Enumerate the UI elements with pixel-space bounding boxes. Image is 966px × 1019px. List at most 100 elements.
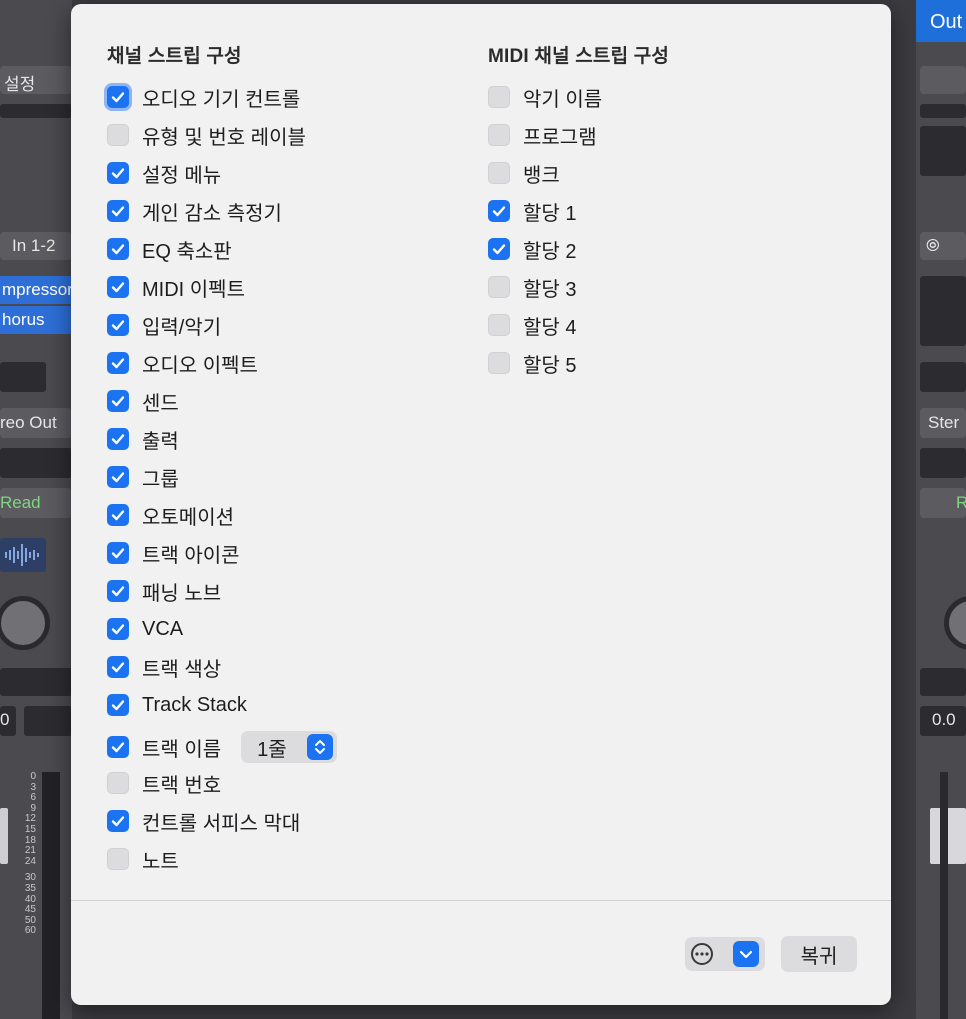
right-settings-button[interactable] [920, 66, 966, 94]
option-label: 오디오 기기 컨트롤 [142, 88, 301, 111]
left-input-slot[interactable]: In 1-2 [0, 232, 72, 260]
left-meter-scale: 0 3 6 9 12 15 18 21 24 30 35 40 45 50 60 [24, 771, 36, 937]
option-track-stack[interactable]: Track Stack [107, 692, 247, 718]
option-assign-3[interactable]: 할당 3 [488, 274, 576, 301]
checkbox[interactable] [107, 810, 129, 832]
checkbox[interactable] [488, 200, 510, 222]
option-assign-1[interactable]: 할당 1 [488, 198, 576, 225]
checkbox[interactable] [488, 238, 510, 260]
option-pan-knob[interactable]: 패닝 노브 [107, 578, 221, 605]
left-send-slot[interactable] [0, 362, 46, 392]
option-track-color[interactable]: 트랙 색상 [107, 654, 221, 681]
checkbox[interactable] [107, 694, 129, 716]
right-group-slot[interactable] [920, 448, 966, 478]
right-output-slot[interactable]: Ster [920, 408, 966, 438]
option-notes[interactable]: 노트 [107, 846, 179, 873]
checkbox[interactable] [107, 86, 129, 108]
left-output-slot[interactable]: reo Out [0, 408, 72, 438]
checkbox[interactable] [107, 314, 129, 336]
left-plugin-compressor[interactable]: mpressor [0, 276, 72, 304]
option-group[interactable]: 그룹 [107, 464, 179, 491]
checkbox[interactable] [488, 162, 510, 184]
option-settings-menu[interactable]: 설정 메뉴 [107, 160, 222, 187]
option-automation[interactable]: 오토메이션 [107, 502, 234, 529]
checkbox[interactable] [107, 124, 129, 146]
left-level-meter [42, 772, 60, 1019]
checkbox[interactable] [488, 352, 510, 374]
checkbox[interactable] [107, 772, 129, 794]
checkbox[interactable] [107, 428, 129, 450]
ellipsis-icon [691, 943, 713, 965]
option-label: 오토메이션 [142, 506, 234, 529]
left-volume-readout: 0 [0, 706, 16, 736]
left-vca-slot[interactable] [0, 668, 72, 696]
option-assign-4[interactable]: 할당 4 [488, 312, 576, 339]
checkbox[interactable] [107, 656, 129, 678]
left-plugin-chorus[interactable]: horus [0, 306, 72, 334]
right-automation-button[interactable]: R [920, 488, 966, 518]
track-name-lines-popup[interactable]: 1줄 [241, 731, 338, 763]
option-label: 설정 메뉴 [142, 164, 222, 187]
option-audio-effects[interactable]: 오디오 이펙트 [107, 350, 258, 377]
left-volume-value: 0 [0, 710, 10, 729]
option-label: 입력/악기 [142, 316, 222, 339]
option-audio-device-controls[interactable]: 오디오 기기 컨트롤 [107, 84, 301, 111]
option-instrument-name[interactable]: 악기 이름 [488, 84, 602, 111]
checkbox[interactable] [107, 542, 129, 564]
checkbox[interactable] [107, 848, 129, 870]
right-eq-thumbnail[interactable] [920, 126, 966, 176]
right-gain-meter [920, 104, 966, 118]
option-label: Track Stack [142, 693, 247, 716]
right-send-slot[interactable] [920, 362, 966, 392]
option-output[interactable]: 출력 [107, 426, 179, 453]
output-tab[interactable]: Out [916, 0, 966, 42]
checkbox[interactable] [488, 124, 510, 146]
option-midi-effects[interactable]: MIDI 이펙트 [107, 274, 245, 301]
option-track-icon[interactable]: 트랙 아이콘 [107, 540, 240, 567]
right-volume-fader[interactable] [930, 808, 966, 864]
checkbox[interactable] [107, 238, 129, 260]
option-gain-reduction-meter[interactable]: 게인 감소 측정기 [107, 198, 282, 225]
checkbox[interactable] [107, 162, 129, 184]
option-label: 할당 2 [523, 240, 577, 263]
option-vca[interactable]: VCA [107, 616, 183, 642]
option-input-instrument[interactable]: 입력/악기 [107, 312, 222, 339]
left-volume-fader[interactable] [0, 808, 8, 864]
option-label: VCA [142, 617, 184, 640]
left-group-slot[interactable] [0, 448, 72, 478]
checkbox[interactable] [488, 314, 510, 336]
revert-button[interactable]: 복귀 [781, 936, 857, 972]
checkbox[interactable] [107, 390, 129, 412]
right-vca-slot[interactable] [920, 668, 966, 696]
right-link-button[interactable]: ⦾ [920, 232, 966, 260]
checkbox[interactable] [488, 276, 510, 298]
option-label: 뱅크 [523, 164, 560, 187]
option-bank[interactable]: 뱅크 [488, 160, 560, 187]
checkbox[interactable] [488, 86, 510, 108]
option-eq-thumbnail[interactable]: EQ 축소판 [107, 236, 232, 263]
right-plugin-area[interactable] [920, 276, 966, 346]
checkbox[interactable] [107, 580, 129, 602]
midi-strip-title: MIDI 채널 스트립 구성 [488, 46, 670, 67]
option-label: 유형 및 번호 레이블 [142, 126, 306, 149]
option-assign-2[interactable]: 할당 2 [488, 236, 577, 263]
left-settings-button[interactable]: 설정 [0, 66, 72, 94]
option-track-name[interactable]: 트랙 이름 1줄 [107, 730, 338, 764]
option-program[interactable]: 프로그램 [488, 122, 597, 149]
left-automation-button[interactable]: Read [0, 488, 72, 518]
checkbox[interactable] [107, 352, 129, 374]
option-type-number-label[interactable]: 유형 및 번호 레이블 [107, 122, 306, 149]
checkbox[interactable] [107, 200, 129, 222]
checkbox[interactable] [107, 276, 129, 298]
checkbox[interactable] [107, 618, 129, 640]
option-control-surface-bar[interactable]: 컨트롤 서피스 막대 [107, 808, 300, 835]
checkbox[interactable] [107, 736, 129, 758]
checkbox[interactable] [107, 466, 129, 488]
option-track-number[interactable]: 트랙 번호 [107, 770, 221, 797]
checkbox[interactable] [107, 504, 129, 526]
actions-menu-button[interactable] [685, 937, 765, 971]
option-assign-5[interactable]: 할당 5 [488, 350, 577, 377]
option-label: 할당 5 [523, 354, 577, 377]
option-sends[interactable]: 센드 [107, 388, 179, 415]
option-label: 트랙 이름 [142, 738, 222, 761]
